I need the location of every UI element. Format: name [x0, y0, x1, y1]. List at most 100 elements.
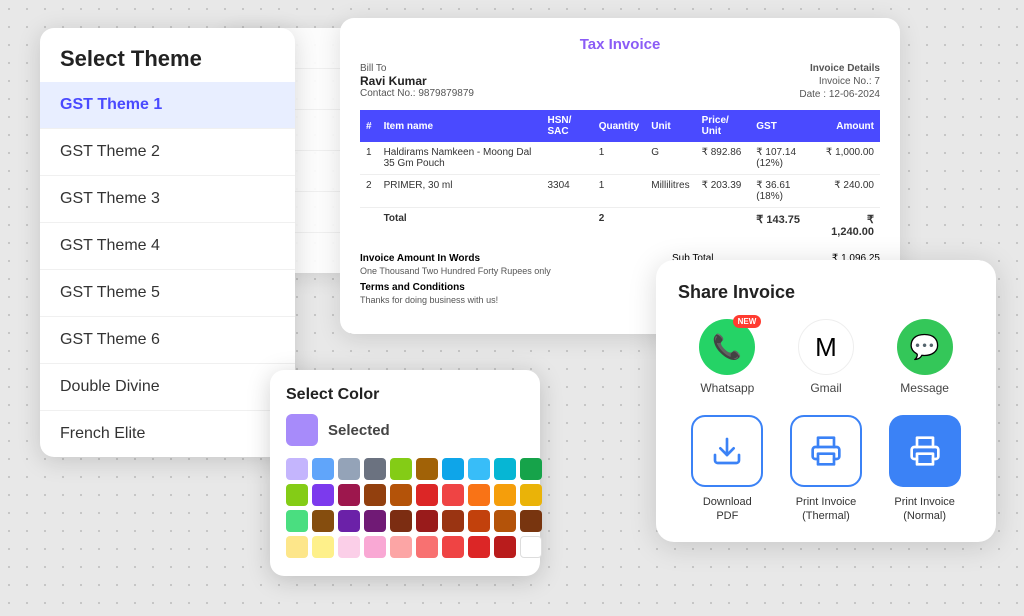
- invoice-details-title: Invoice Details: [799, 63, 880, 74]
- color-swatch[interactable]: [390, 484, 412, 506]
- theme-item-2[interactable]: GST Theme 2: [40, 129, 295, 176]
- color-swatch[interactable]: [520, 458, 542, 480]
- color-swatch[interactable]: [416, 458, 438, 480]
- color-grid-row1: [286, 458, 524, 480]
- theme-item-3[interactable]: GST Theme 3: [40, 176, 295, 223]
- color-swatch[interactable]: [338, 536, 360, 558]
- invoice-left-footer: Invoice Amount In Words One Thousand Two…: [360, 253, 646, 318]
- whatsapp-button[interactable]: 📞 NEW Whatsapp: [699, 319, 755, 395]
- download-pdf-button[interactable]: DownloadPDF: [691, 415, 763, 524]
- theme-item-5[interactable]: GST Theme 5: [40, 270, 295, 317]
- color-swatch[interactable]: [442, 510, 464, 532]
- invoice-number: Invoice No.: 7: [799, 76, 880, 87]
- color-swatch[interactable]: [468, 510, 490, 532]
- color-swatch[interactable]: [364, 484, 386, 506]
- color-swatch[interactable]: [390, 536, 412, 558]
- customer-name: Ravi Kumar: [360, 74, 474, 88]
- download-pdf-icon-box: [691, 415, 763, 487]
- message-button[interactable]: 💬 Message: [897, 319, 953, 395]
- color-swatch[interactable]: [390, 458, 412, 480]
- color-panel-title: Select Color: [286, 386, 524, 404]
- color-swatch[interactable]: [520, 536, 542, 558]
- color-swatch[interactable]: [416, 484, 438, 506]
- color-swatch[interactable]: [312, 484, 334, 506]
- color-swatch[interactable]: [312, 458, 334, 480]
- color-panel: Select Color Selected: [270, 370, 540, 576]
- color-swatch[interactable]: [468, 536, 490, 558]
- color-swatch[interactable]: [494, 458, 516, 480]
- gmail-label: Gmail: [810, 381, 841, 395]
- col-gst: GST: [750, 110, 818, 142]
- color-swatch[interactable]: [416, 536, 438, 558]
- share-title: Share Invoice: [678, 282, 974, 303]
- color-swatch[interactable]: [520, 510, 542, 532]
- print-thermal-label: Print Invoice(Thermal): [796, 495, 857, 524]
- color-swatch[interactable]: [442, 484, 464, 506]
- color-swatch[interactable]: [442, 536, 464, 558]
- share-icons-row: 📞 NEW Whatsapp M Gmail 💬 Message: [678, 319, 974, 395]
- color-grid-row2: [286, 484, 524, 506]
- download-pdf-label: DownloadPDF: [703, 495, 752, 524]
- color-swatch[interactable]: [312, 536, 334, 558]
- color-swatch[interactable]: [286, 458, 308, 480]
- message-icon: 💬: [910, 333, 940, 362]
- col-unit: Unit: [645, 110, 695, 142]
- total-row: Total 2 ₹ 143.75 ₹ 1,240.00: [360, 208, 880, 244]
- color-swatch[interactable]: [494, 536, 516, 558]
- print-normal-button[interactable]: Print Invoice(Normal): [889, 415, 961, 524]
- col-amount: Amount: [819, 110, 880, 142]
- col-num: #: [360, 110, 378, 142]
- color-swatch[interactable]: [520, 484, 542, 506]
- color-swatch[interactable]: [338, 458, 360, 480]
- print-normal-label: Print Invoice(Normal): [894, 495, 955, 524]
- color-swatch[interactable]: [286, 484, 308, 506]
- theme-item-double-divine[interactable]: Double Divine: [40, 364, 295, 411]
- col-qty: Quantity: [593, 110, 646, 142]
- color-swatch[interactable]: [364, 458, 386, 480]
- print-thermal-button[interactable]: Print Invoice(Thermal): [790, 415, 862, 524]
- printer-icon: [810, 435, 842, 467]
- print-normal-icon: [909, 435, 941, 467]
- color-swatch[interactable]: [364, 510, 386, 532]
- color-swatch[interactable]: [416, 510, 438, 532]
- download-icon: [711, 435, 743, 467]
- words-title: Invoice Amount In Words: [360, 253, 646, 264]
- selected-color-swatch: [286, 414, 318, 446]
- new-badge: NEW: [733, 315, 762, 328]
- color-swatch[interactable]: [494, 510, 516, 532]
- message-icon-circle: 💬: [897, 319, 953, 375]
- color-swatch[interactable]: [338, 484, 360, 506]
- whatsapp-icon-circle: 📞 NEW: [699, 319, 755, 375]
- color-swatch[interactable]: [364, 536, 386, 558]
- whatsapp-label: Whatsapp: [700, 381, 754, 395]
- table-row: 2 PRIMER, 30 ml 3304 1 Millilitres ₹ 203…: [360, 175, 880, 208]
- terms-text: Thanks for doing business with us!: [360, 295, 646, 305]
- invoice-table: # Item name HSN/ SAC Quantity Unit Price…: [360, 110, 880, 243]
- col-price: Price/ Unit: [696, 110, 751, 142]
- gmail-icon-circle: M: [798, 319, 854, 375]
- color-swatch[interactable]: [442, 458, 464, 480]
- theme-item-4[interactable]: GST Theme 4: [40, 223, 295, 270]
- gmail-button[interactable]: M Gmail: [798, 319, 854, 395]
- color-swatch[interactable]: [338, 510, 360, 532]
- theme-item-6[interactable]: GST Theme 6: [40, 317, 295, 364]
- message-label: Message: [900, 381, 949, 395]
- color-swatch[interactable]: [468, 458, 490, 480]
- color-swatch[interactable]: [312, 510, 334, 532]
- share-action-row: DownloadPDF Print Invoice(Thermal): [678, 415, 974, 524]
- invoice-title: Tax Invoice: [360, 36, 880, 53]
- color-swatch[interactable]: [468, 484, 490, 506]
- color-swatch[interactable]: [286, 510, 308, 532]
- theme-item-1[interactable]: GST Theme 1: [40, 82, 295, 129]
- theme-item-french-elite[interactable]: French Elite: [40, 411, 295, 457]
- color-swatch[interactable]: [390, 510, 412, 532]
- gmail-icon: M: [815, 332, 837, 363]
- selected-color-row: Selected: [286, 414, 524, 446]
- color-grid-row3: [286, 510, 524, 532]
- color-swatch[interactable]: [494, 484, 516, 506]
- terms-title: Terms and Conditions: [360, 282, 646, 293]
- color-swatch[interactable]: [286, 536, 308, 558]
- table-row: 1 Haldirams Namkeen - Moong Dal 35 Gm Po…: [360, 142, 880, 175]
- invoice-date: Date : 12-06-2024: [799, 89, 880, 100]
- print-normal-icon-box: [889, 415, 961, 487]
